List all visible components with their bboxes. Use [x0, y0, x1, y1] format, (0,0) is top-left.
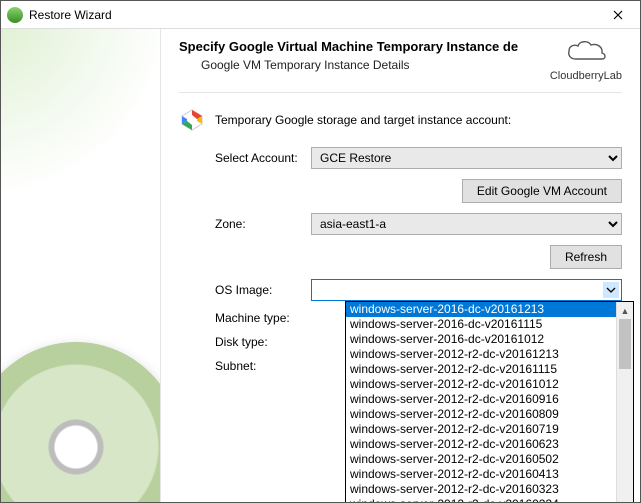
os-image-option[interactable]: windows-server-2012-r2-dc-v20160916: [346, 392, 633, 407]
scroll-down-arrow[interactable]: ▼: [617, 497, 633, 503]
page-subtitle: Google VM Temporary Instance Details: [201, 58, 536, 72]
os-image-option[interactable]: windows-server-2012-r2-dc-v20161012: [346, 377, 633, 392]
os-image-option[interactable]: windows-server-2012-r2-dc-v20160719: [346, 422, 633, 437]
os-image-option[interactable]: windows-server-2016-dc-v20161012: [346, 332, 633, 347]
dropdown-scrollbar[interactable]: ▲ ▼: [616, 302, 633, 503]
label-disk-type: Disk type:: [179, 335, 311, 349]
section-header: Temporary Google storage and target inst…: [179, 107, 622, 133]
sidebar-gradient: [1, 29, 160, 209]
zone-dropdown[interactable]: asia-east1-a: [311, 213, 622, 235]
row-os-image: OS Image: windows-server-2016-dc-v201612…: [179, 279, 622, 301]
label-select-account: Select Account:: [179, 151, 311, 165]
os-image-dropdown[interactable]: [311, 279, 622, 301]
cloud-icon: [564, 39, 608, 65]
scroll-thumb[interactable]: [619, 319, 631, 369]
label-machine-type: Machine type:: [179, 311, 311, 325]
section-title-text: Temporary Google storage and target inst…: [215, 113, 511, 127]
row-select-account: Select Account: GCE Restore: [179, 147, 622, 169]
os-image-option[interactable]: windows-server-2012-r2-dc-v20160502: [346, 452, 633, 467]
edit-google-vm-account-button[interactable]: Edit Google VM Account: [462, 179, 622, 203]
wizard-sidebar: [1, 29, 161, 502]
os-image-option[interactable]: windows-server-2012-r2-dc-v20161115: [346, 362, 633, 377]
refresh-button[interactable]: Refresh: [550, 245, 622, 269]
restore-wizard-window: Restore Wizard Specify Google Virtual Ma…: [0, 0, 641, 503]
os-image-option[interactable]: windows-server-2012-r2-dc-v20160323: [346, 482, 633, 497]
google-cloud-icon: [179, 107, 205, 133]
os-image-option[interactable]: windows-server-2016-dc-v20161213: [346, 302, 633, 317]
label-zone: Zone:: [179, 217, 311, 231]
brand-name: CloudberryLab: [550, 70, 622, 82]
row-zone: Zone: asia-east1-a: [179, 213, 622, 235]
disc-illustration: [1, 342, 161, 502]
app-icon: [7, 7, 23, 23]
os-image-option[interactable]: windows-server-2012-r2-dc-v20160623: [346, 437, 633, 452]
titlebar: Restore Wizard: [1, 1, 640, 29]
os-image-option[interactable]: windows-server-2012-r2-dc-v20160413: [346, 467, 633, 482]
content-area: Specify Google Virtual Machine Temporary…: [1, 29, 640, 502]
close-button[interactable]: [596, 1, 640, 29]
page-title: Specify Google Virtual Machine Temporary…: [179, 39, 536, 54]
os-image-option[interactable]: windows-server-2012-r2-dc-v20161213: [346, 347, 633, 362]
label-os-image: OS Image:: [179, 283, 311, 297]
scroll-up-arrow[interactable]: ▲: [617, 302, 633, 319]
wizard-main: Specify Google Virtual Machine Temporary…: [161, 29, 640, 502]
window-title: Restore Wizard: [29, 8, 596, 22]
brand-logo: CloudberryLab: [550, 39, 622, 82]
page-header: Specify Google Virtual Machine Temporary…: [179, 39, 622, 93]
close-icon: [613, 10, 623, 20]
chevron-down-icon: [603, 282, 619, 298]
label-subnet: Subnet:: [179, 359, 311, 373]
os-image-dropdown-list[interactable]: windows-server-2016-dc-v20161213windows-…: [345, 301, 634, 503]
os-image-option[interactable]: windows-server-2012-r2-dc-v20160224: [346, 497, 633, 503]
select-account-dropdown[interactable]: GCE Restore: [311, 147, 622, 169]
os-image-option[interactable]: windows-server-2016-dc-v20161115: [346, 317, 633, 332]
os-image-option[interactable]: windows-server-2012-r2-dc-v20160809: [346, 407, 633, 422]
